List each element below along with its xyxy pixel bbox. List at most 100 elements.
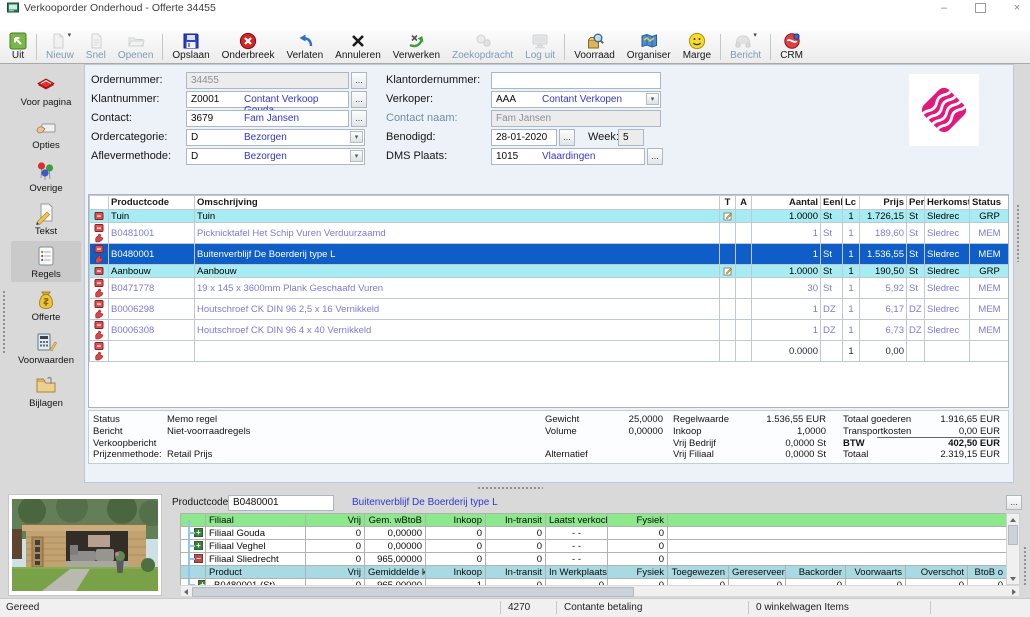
opslaan-button[interactable]: Opslaan [166,31,215,62]
col-per[interactable]: Per [907,196,925,210]
order-row[interactable]: 0.0000 1 0,00 [90,341,1010,362]
sidebar-item-opties[interactable]: Opties [11,112,81,153]
col-omschrijving[interactable]: Omschrijving [195,196,720,210]
openen-button[interactable]: Openen [112,31,160,62]
uit-button[interactable]: Uit [3,31,33,62]
col-productcode[interactable]: Productcode [109,196,195,210]
cell-aantal: 1 [752,223,821,244]
order-row[interactable]: B0471778 19 x 145 x 3600mm Plank Geschaa… [90,278,1010,299]
scroll-up-icon[interactable] [1007,514,1019,525]
verkoper-select[interactable]: AAA Contant Verkopen ▾ [491,91,661,108]
horizontal-splitter[interactable] [0,483,1030,492]
minimize-button[interactable]: – [937,1,951,15]
scroll-right-icon[interactable] [1008,586,1019,596]
sidebar-item-regels[interactable]: Regels [11,241,81,282]
order-row[interactable]: B0006308 Houtschroef CK DIN 96 4 x 40 Ve… [90,320,1010,341]
sidebar-item-tekst[interactable]: Tekst [11,198,81,239]
order-row[interactable]: Aanbouw Aanbouw 1.0000 St 1 190,50 St Sl… [90,265,1010,278]
cell-eenh [821,341,843,362]
col-prijs[interactable]: Prijs [860,196,907,210]
sidebar-item-voorwaarden[interactable]: Voorwaarden [11,327,81,368]
scroll-down-icon[interactable] [1007,573,1019,584]
cancel-x-icon [349,32,367,50]
productcode-input[interactable]: B0480001 [228,495,334,511]
cell-herkomst: Sledrec [925,244,970,265]
left-splitter[interactable] [1,64,6,482]
sidebar-item-voor-pagina[interactable]: Voor pagina [11,69,81,110]
stock-magnifier-icon [586,32,604,50]
col-aantal[interactable]: Aantal [752,196,821,210]
row-type-icon [90,244,109,265]
cell-herkomst: Sledrec [925,265,970,278]
snel-button[interactable]: Snel [80,31,112,62]
order-row[interactable]: Tuin Tuin 1.0000 St 1 1.726,15 St Sledre… [90,210,1010,223]
close-button[interactable]: × [1010,1,1024,15]
verlaten-button[interactable]: Verlaten [280,31,329,62]
verwerken-button[interactable]: Verwerken [387,31,446,62]
col-lc[interactable]: Lc [843,196,860,210]
branch-row[interactable]: Filiaal Sliedrecht 0 965,00000 0 0 - - 0 [181,553,1007,566]
productcode-lookup-button[interactable]: ... [1006,495,1022,510]
dropdown-arrow-icon[interactable]: ▾ [646,93,659,105]
col-eenh[interactable]: Eenh [821,196,843,210]
branch-row[interactable]: Filiaal Veghel 0 0,00000 0 0 - - 0 [181,540,1007,553]
expand-toggle[interactable] [194,541,203,550]
save-floppy-icon [182,32,200,50]
zoekopdracht-button[interactable]: Zoekopdracht [446,31,519,62]
col-status[interactable]: Status [970,196,1010,210]
benodigd-date-input[interactable]: 28-01-2020 [491,129,557,146]
cell-a [736,265,752,278]
col-product[interactable]: Product [206,566,306,579]
col-gem-wbtob[interactable]: Gem. wBtoB [365,514,426,527]
sidebar-item-overige[interactable]: Overige [11,155,81,196]
nieuw-button[interactable]: ▾ Nieuw [40,31,80,62]
marge-button[interactable]: Marge [677,31,717,62]
hscroll-thumb[interactable] [192,587,634,597]
statusbar-divider [556,601,557,614]
dms-plaats-input[interactable]: 1015 Vlaardingen [491,148,645,165]
stock-grid-hscrollbar[interactable] [180,585,1020,597]
bericht-button[interactable]: ▾ Bericht [724,31,767,62]
col-t[interactable]: T [720,196,736,210]
sidebar-item-offerte[interactable]: Offerte [11,284,81,325]
col-herkomst[interactable]: Herkomst [925,196,970,210]
organiser-button[interactable]: Organiser [621,31,677,62]
stock-grid-vscrollbar[interactable] [1006,513,1020,585]
scroll-left-icon[interactable] [181,586,192,596]
order-row[interactable]: B0006298 Houtschroef CK DIN 96 2,5 x 16 … [90,299,1010,320]
cell-productcode: B0481001 [109,223,195,244]
vscroll-thumb[interactable] [1008,525,1018,545]
col-in-transit[interactable]: In-transit [486,514,546,527]
cell-status: MEM [970,223,1010,244]
kerridge-logo-icon [914,80,974,140]
maximize-button[interactable] [975,3,986,13]
right-splitter[interactable] [1015,64,1021,482]
onderbreek-button[interactable]: Onderbreek [216,31,281,62]
date-lookup-button[interactable]: ... [559,129,575,146]
order-row[interactable]: B0481001 Picknicktafel Het Schip Vuren V… [90,223,1010,244]
dms-lookup-button[interactable]: ... [647,148,663,165]
branch-row[interactable]: Filiaal Gouda 0 0,00000 0 0 - - 0 [181,527,1007,540]
money-pouch-icon [34,287,58,311]
dropdown-caret-icon: ▾ [68,32,72,40]
order-row[interactable]: B0480001 Buitenverblijf De Boerderij typ… [90,244,1010,265]
expand-toggle[interactable] [194,528,203,537]
cell-omschrijving: Tuin [195,210,720,223]
col-inkoop[interactable]: Inkoop [426,514,486,527]
sidebar-item-bijlagen[interactable]: Bijlagen [11,370,81,411]
klantordernummer-input[interactable] [491,72,661,89]
folder-clip-icon [34,373,58,397]
col-a[interactable]: A [736,196,752,210]
memo-hand-icon [94,233,104,243]
annuleren-button[interactable]: Annuleren [329,31,387,62]
voorraad-button[interactable]: Voorraad [568,31,621,62]
col-vrij[interactable]: Vrij [306,514,365,527]
expand-toggle[interactable] [194,554,203,563]
col-filiaal[interactable]: Filiaal [206,514,306,527]
cell-status: MEM [970,320,1010,341]
col-laatst-verkocht[interactable]: Laatst verkocht [546,514,608,527]
crm-button[interactable]: CRM [774,31,809,62]
bottom-right-splitter[interactable] [1023,546,1027,586]
log-uit-button[interactable]: Log uit [519,31,561,62]
col-fysiek[interactable]: Fysiek [608,514,668,527]
